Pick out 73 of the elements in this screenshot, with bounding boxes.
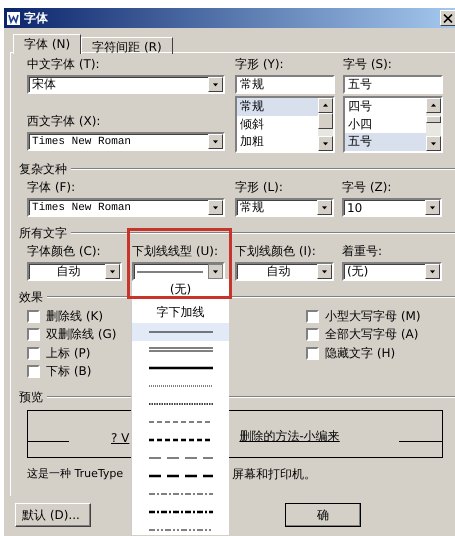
dropdown-value: (无) [346,263,370,280]
scroll-down-button[interactable] [426,136,441,151]
field-label: 字体颜色 (C): [27,244,102,258]
scroll-thumb[interactable] [318,113,333,129]
group-title: 预览 [19,388,43,406]
checkbox-label: 下标 (B) [46,363,92,380]
checkbox[interactable] [27,310,40,323]
dropdown-value: 自动 [56,263,82,280]
field-label: 字形 (L): [235,180,284,194]
field-label: 字号 (Z): [342,180,392,194]
checkbox[interactable] [306,310,319,323]
close-button[interactable] [440,10,455,26]
menu-item[interactable]: (无) [132,280,229,296]
tab[interactable]: 字符间距 (R) [81,37,173,54]
checkbox-label: 上标 (P) [46,344,90,362]
checkbox[interactable] [27,365,40,378]
group-title: 效果 [19,288,43,306]
list-item[interactable]: 加粗 [237,133,318,150]
menu-item[interactable] [132,323,229,341]
document-icon [7,12,20,24]
checkbox-label: 删除线 (K) [46,308,104,325]
checkbox-label: 小型大写字母 (M) [325,308,421,325]
group-title: 所有文字 [19,224,67,242]
scroll-thumb[interactable] [426,116,441,123]
dropdown-field[interactable]: (无) [342,262,442,281]
group-title: 复杂文种 [19,160,67,178]
preview-text: 删除的方法-小编来 [239,428,340,445]
dropdown-value: 自动 [266,263,292,280]
dropdown-field[interactable]: 自动 [27,262,122,281]
checkbox[interactable] [306,328,319,342]
field-label: 字号 (S): [343,57,393,71]
dropdown-field[interactable]: 常规 [235,198,334,217]
dropdown-field[interactable] [132,262,225,281]
dropdown-field[interactable]: 10 [342,198,442,217]
list-item[interactable]: 小四 [345,116,426,133]
field-label: 字体 (F): [27,180,76,194]
text-field[interactable]: 常规 [235,75,335,94]
dropdown-field[interactable]: 自动 [235,262,334,281]
scroll-down-button[interactable] [318,136,333,151]
preview-note: 屏幕和打印机。 [232,466,316,483]
field-label: 西文字体 (X): [27,114,102,128]
dropdown-button[interactable] [208,264,223,279]
ok-button[interactable]: 确 [285,503,361,527]
list-item[interactable]: 常规 [237,98,318,116]
checkbox-label: 全部大写字母 (A) [325,326,418,344]
checkbox[interactable] [27,328,40,342]
list-item[interactable]: 倾斜 [237,116,318,133]
checkbox-label: 双删除线 (G) [46,326,116,344]
checkbox-label: 隐藏文字 (H) [325,344,396,362]
list-item[interactable]: 五号 [345,133,426,150]
window-title: 字体 [24,10,48,26]
dropdown-field[interactable]: Times New Roman [27,132,225,151]
preview-text: ? V [111,431,130,445]
field-label: 下划线线型 (U): [132,244,220,258]
list-item[interactable]: 四号 [345,98,426,116]
scrollbar[interactable] [426,98,441,151]
preview-note: 这是一种 TrueType [27,466,124,482]
checkbox[interactable] [306,346,319,360]
scroll-up-button[interactable] [318,98,333,113]
tab[interactable]: 字体 (N) [13,34,82,54]
field-label: 字形 (Y): [235,57,285,71]
scrollbar[interactable] [318,98,333,151]
dropdown-field[interactable]: 宋体 [27,75,225,94]
scroll-up-button[interactable] [426,98,441,113]
dropdown-field[interactable]: Times New Roman [27,198,225,217]
field-label: 着重号: [342,244,384,258]
text-field[interactable]: 五号 [343,75,443,94]
field-label: 下划线颜色 (I): [235,244,317,258]
default-button[interactable]: 默认 (D)... [15,503,91,527]
close-icon [443,14,453,22]
menu-item[interactable]: 字下加线 [132,301,229,323]
field-label: 中文字体 (T): [27,57,101,71]
checkbox[interactable] [27,346,40,360]
